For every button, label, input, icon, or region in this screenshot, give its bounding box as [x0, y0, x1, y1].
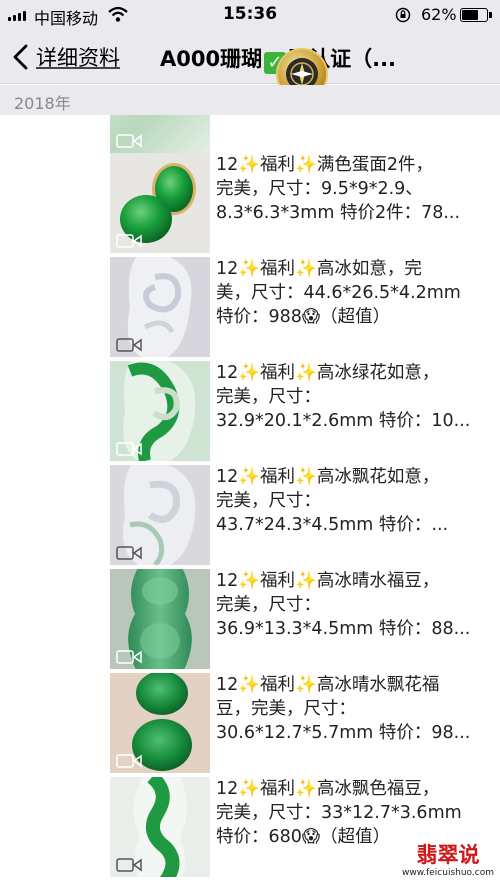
- item-thumbnail[interactable]: [110, 361, 210, 461]
- feed-item[interactable]: 12✨福利✨高冰绿花如意， 完美，尺寸： 32.9*20.1*2.6mm 特价：…: [110, 361, 500, 461]
- item-thumbnail[interactable]: [110, 777, 210, 877]
- video-icon: [116, 650, 142, 664]
- year-label: 2018年: [14, 94, 71, 113]
- item-thumbnail[interactable]: [110, 257, 210, 357]
- item-thumbnail[interactable]: [110, 115, 210, 153]
- year-section-header: 2018年: [0, 85, 500, 115]
- back-label: 详细资料: [36, 46, 120, 70]
- chevron-left-icon: [13, 44, 28, 70]
- navigation-bar: 详细资料 A000珊瑚 ✓ 已认证（...: [0, 30, 500, 100]
- feed-item[interactable]: 12✨福利✨高冰晴水福豆， 完美，尺寸： 36.9*13.3*4.5mm 特价：…: [110, 569, 500, 669]
- back-button[interactable]: 详细资料: [10, 42, 120, 72]
- feed-item[interactable]: 12✨福利✨满色蛋面2件， 完美，尺寸：9.5*9*2.9、 8.3*6.3*3…: [110, 153, 500, 253]
- video-icon: [116, 442, 142, 456]
- item-thumbnail[interactable]: [110, 465, 210, 565]
- item-thumbnail[interactable]: [110, 569, 210, 669]
- title-prefix: A000珊瑚: [160, 47, 263, 71]
- status-bar: 中国移动 15:36 62%: [0, 0, 500, 30]
- watermark-logo: 翡翠说 www.feicuishuo.com: [400, 843, 496, 887]
- item-description: 12✨福利✨高冰晴水福豆， 完美，尺寸： 36.9*13.3*4.5mm 特价：…: [216, 571, 471, 639]
- watermark-title: 翡翠说: [416, 843, 480, 867]
- item-thumbnail[interactable]: [110, 673, 210, 773]
- feed-item[interactable]: 12✨福利✨高冰晴水飘花福 豆，完美，尺寸： 30.6*12.7*5.7mm 特…: [110, 673, 500, 773]
- video-icon: [116, 234, 142, 248]
- item-description: [216, 115, 486, 149]
- moments-feed[interactable]: 12✨福利✨满色蛋面2件， 完美，尺寸：9.5*9*2.9、 8.3*6.3*3…: [0, 115, 500, 889]
- feed-item[interactable]: [110, 115, 500, 153]
- item-description: 12✨福利✨高冰晴水飘花福 豆，完美，尺寸： 30.6*12.7*5.7mm 特…: [216, 675, 471, 743]
- video-icon: [116, 134, 142, 148]
- video-icon: [116, 546, 142, 560]
- item-thumbnail[interactable]: [110, 153, 210, 253]
- item-description: 12✨福利✨高冰绿花如意， 完美，尺寸： 32.9*20.1*2.6mm 特价：…: [216, 363, 471, 431]
- video-icon: [116, 338, 142, 352]
- item-description: 12✨福利✨满色蛋面2件， 完美，尺寸：9.5*9*2.9、 8.3*6.3*3…: [216, 155, 461, 223]
- item-description: 12✨福利✨高冰飘花如意， 完美，尺寸： 43.7*24.3*4.5mm 特价：…: [216, 467, 449, 535]
- item-description: 12✨福利✨高冰如意，完 美，尺寸：44.6*26.5*4.2mm 特价：988…: [216, 259, 461, 327]
- battery-percent: 62%: [421, 5, 457, 24]
- feed-item[interactable]: 12✨福利✨高冰如意，完 美，尺寸：44.6*26.5*4.2mm 特价：988…: [110, 257, 500, 357]
- video-icon: [116, 754, 142, 768]
- video-icon: [116, 858, 142, 872]
- watermark-url: www.feicuishuo.com: [401, 868, 494, 878]
- battery-icon: [460, 8, 492, 22]
- rotation-lock-icon: [395, 7, 411, 23]
- feed-item[interactable]: 12✨福利✨高冰飘花如意， 完美，尺寸： 43.7*24.3*4.5mm 特价：…: [110, 465, 500, 565]
